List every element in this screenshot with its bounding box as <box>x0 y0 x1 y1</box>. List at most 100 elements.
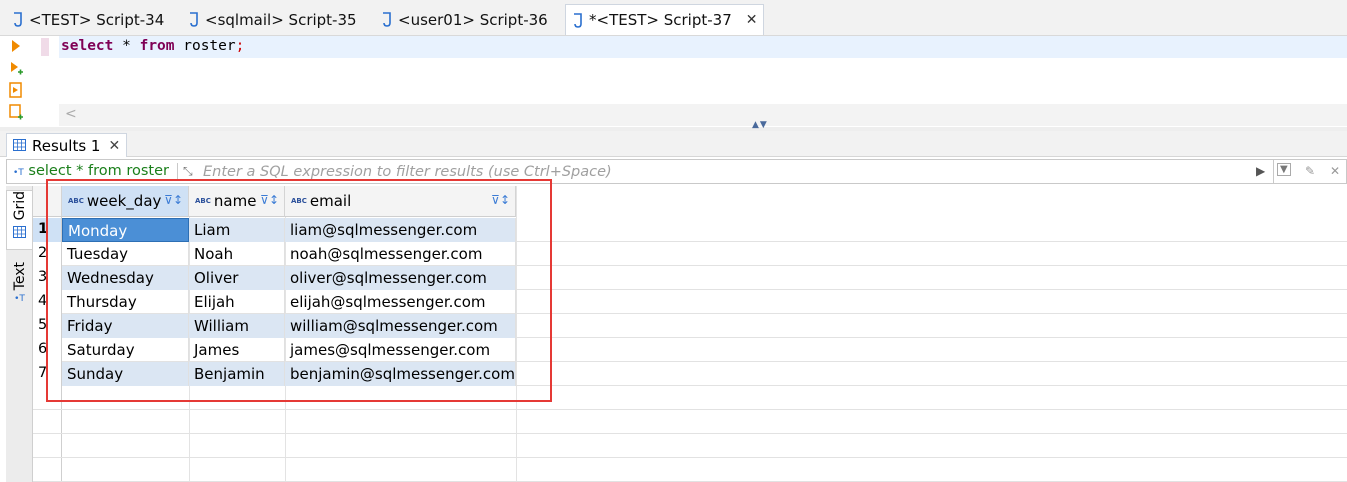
cell-week-day[interactable]: Monday <box>62 218 189 242</box>
column-header-week-day[interactable]: ABC week_day ⊽↕ <box>62 186 189 217</box>
cell-email[interactable]: benjamin@sqlmessenger.com <box>285 362 516 386</box>
grid-icon <box>13 224 26 242</box>
tab-grid-label: Grid <box>11 191 28 221</box>
tab-grid[interactable]: Grid <box>6 190 33 250</box>
column-header-name[interactable]: ABC name ⊽↕ <box>189 186 285 217</box>
horizontal-scrollbar[interactable]: < <box>59 104 1347 126</box>
script-icon <box>12 12 23 27</box>
results-tab-bar: Results 1 ✕ <box>0 131 1347 157</box>
column-header-label: week_day <box>86 192 162 210</box>
tab-text[interactable]: Text •T <box>6 262 33 322</box>
close-icon[interactable]: ✕ <box>746 12 758 28</box>
script-icon <box>381 12 392 27</box>
tab-script-35[interactable]: <sqlmail> Script-35 <box>188 4 357 35</box>
tab-results-1[interactable]: Results 1 ✕ <box>6 133 128 157</box>
editor-toolbar <box>0 36 31 127</box>
cell-name[interactable]: William <box>189 314 285 338</box>
cell-week-day[interactable]: Wednesday <box>62 266 189 290</box>
table-row[interactable]: 2 Tuesday Noah noah@sqlmessenger.com <box>33 242 1347 266</box>
cell-email[interactable]: oliver@sqlmessenger.com <box>285 266 516 290</box>
result-view-switcher: Grid Text •T <box>6 186 33 482</box>
sort-filter-icon[interactable]: ⊽↕ <box>260 193 279 207</box>
table-row[interactable]: 5 Friday William william@sqlmessenger.com <box>33 314 1347 338</box>
editor-tab-bar: <TEST> Script-34 <sqlmail> Script-35 <us… <box>0 0 1347 36</box>
empty-row <box>33 434 1347 458</box>
execute-script-new-tab-icon[interactable] <box>9 104 23 120</box>
separator <box>1273 160 1274 183</box>
maximize-panel-icon[interactable]: ▲▼ <box>752 120 768 130</box>
table-row[interactable]: 1 Monday Liam liam@sqlmessenger.com <box>33 218 1347 242</box>
cell-email[interactable]: liam@sqlmessenger.com <box>285 218 516 242</box>
table-row[interactable]: 3 Wednesday Oliver oliver@sqlmessenger.com <box>33 266 1347 290</box>
sort-filter-icon[interactable]: ⊽↕ <box>491 193 510 207</box>
code-semicolon: ; <box>235 38 245 54</box>
execute-new-tab-icon[interactable] <box>9 60 23 76</box>
tab-label: *<TEST> Script-37 <box>589 11 732 29</box>
filter-history-dropdown-icon[interactable]: ▼ <box>1277 163 1291 176</box>
tab-script-37[interactable]: *<TEST> Script-37 ✕ <box>565 4 765 35</box>
current-line-marker <box>41 38 49 56</box>
column-header-email[interactable]: ABC email ⊽↕ <box>285 186 516 217</box>
tab-script-36[interactable]: <user01> Script-36 <box>381 4 548 35</box>
cell-name[interactable]: Elijah <box>189 290 285 314</box>
tab-label: <TEST> Script-34 <box>29 10 165 29</box>
string-type-icon: ABC <box>291 197 307 205</box>
execute-script-icon[interactable] <box>9 82 23 98</box>
string-type-icon: ABC <box>195 197 211 205</box>
filter-query-text: select * from roster <box>28 163 169 179</box>
filter-input[interactable] <box>203 162 1243 182</box>
clear-filter-icon[interactable]: ✎ <box>1305 164 1315 178</box>
tab-label: <sqlmail> Script-35 <box>205 10 357 29</box>
text-icon: •T <box>14 294 25 305</box>
cell-name[interactable]: Noah <box>189 242 285 266</box>
results-tab-label: Results 1 <box>32 136 101 155</box>
cell-name[interactable]: Liam <box>189 218 285 242</box>
cell-week-day[interactable]: Tuesday <box>62 242 189 266</box>
table-row[interactable]: 6 Saturday James james@sqlmessenger.com <box>33 338 1347 362</box>
cell-email[interactable]: elijah@sqlmessenger.com <box>285 290 516 314</box>
cell-week-day[interactable]: Thursday <box>62 290 189 314</box>
sql-code-line[interactable]: select * from roster; <box>61 38 244 54</box>
column-header-label: email <box>309 192 352 210</box>
close-icon[interactable]: ✕ <box>108 138 120 154</box>
scroll-left-icon[interactable]: < <box>65 106 77 122</box>
editor-ruler <box>31 36 59 106</box>
table-row[interactable]: 4 Thursday Elijah elijah@sqlmessenger.com <box>33 290 1347 314</box>
code-text: roster <box>174 38 236 54</box>
cell-name[interactable]: Oliver <box>189 266 285 290</box>
grid-corner[interactable] <box>33 186 62 217</box>
cell-email[interactable]: william@sqlmessenger.com <box>285 314 516 338</box>
filter-query-label[interactable]: •T select * from roster <box>13 163 169 179</box>
sort-filter-icon[interactable]: ⊽↕ <box>164 193 183 207</box>
cell-name[interactable]: Benjamin <box>189 362 285 386</box>
cell-email[interactable]: james@sqlmessenger.com <box>285 338 516 362</box>
tab-script-34[interactable]: <TEST> Script-34 <box>12 4 164 35</box>
row-number[interactable]: 2 <box>33 242 62 266</box>
row-number[interactable]: 3 <box>33 266 62 290</box>
row-number[interactable]: 7 <box>33 362 62 386</box>
table-row[interactable]: 7 Sunday Benjamin benjamin@sqlmessenger.com <box>33 362 1347 386</box>
filter-settings-icon[interactable]: ✕ <box>1330 164 1340 178</box>
cell-week-day[interactable]: Saturday <box>62 338 189 362</box>
code-text: * <box>113 38 140 54</box>
row-number[interactable]: 4 <box>33 290 62 314</box>
current-line-highlight <box>59 36 1347 58</box>
script-icon <box>188 12 199 27</box>
cell-name[interactable]: James <box>189 338 285 362</box>
script-icon <box>572 12 583 28</box>
row-number[interactable]: 1 <box>33 218 62 242</box>
row-number[interactable]: 6 <box>33 338 62 362</box>
empty-row <box>33 458 1347 482</box>
results-grid[interactable]: ABC week_day ⊽↕ ABC name ⊽↕ ABC email ⊽↕… <box>33 186 1347 482</box>
sql-editor[interactable]: select * from roster; < <box>0 36 1347 127</box>
separator <box>177 163 178 181</box>
filter-bar: •T select * from roster ⤡ ▶ ▼ ✎ ✕ <box>6 159 1347 184</box>
empty-row <box>33 386 1347 410</box>
cell-email[interactable]: noah@sqlmessenger.com <box>285 242 516 266</box>
execute-statement-icon[interactable] <box>9 38 23 54</box>
cell-week-day[interactable]: Sunday <box>62 362 189 386</box>
expand-icon[interactable]: ⤡ <box>183 164 193 179</box>
row-number[interactable]: 5 <box>33 314 62 338</box>
cell-week-day[interactable]: Friday <box>62 314 189 338</box>
apply-filter-icon[interactable]: ▶ <box>1256 164 1265 178</box>
